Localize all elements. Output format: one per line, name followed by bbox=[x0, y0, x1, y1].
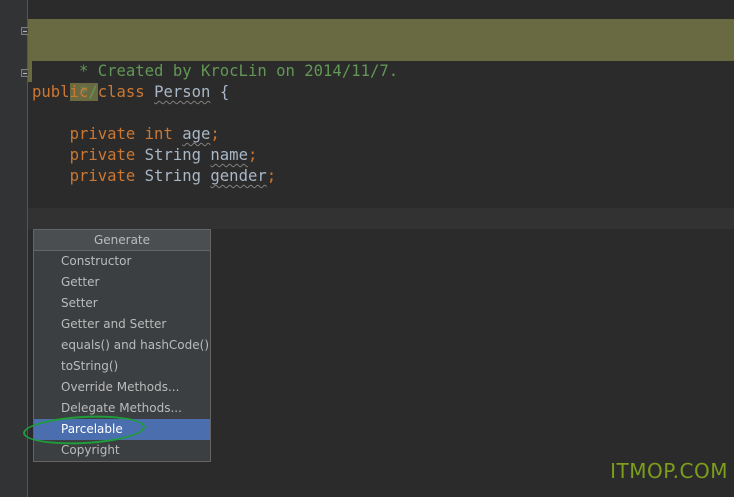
menu-item-equals-hashcode[interactable]: equals() and hashCode() bbox=[34, 335, 210, 356]
popup-title: Generate bbox=[34, 230, 210, 251]
menu-item-getter-and-setter[interactable]: Getter and Setter bbox=[34, 314, 210, 335]
editor-gutter bbox=[0, 0, 29, 497]
menu-item-constructor[interactable]: Constructor bbox=[34, 251, 210, 272]
menu-item-getter[interactable]: Getter bbox=[34, 272, 210, 293]
open-brace: { bbox=[219, 83, 230, 101]
field-name: age bbox=[182, 125, 211, 143]
semicolon: ; bbox=[247, 146, 258, 164]
keyword-public: public bbox=[32, 83, 89, 101]
field-name: name bbox=[210, 146, 248, 164]
class-name: Person bbox=[154, 83, 211, 101]
watermark-logo: ITMOP.COM bbox=[610, 459, 728, 483]
menu-item-parcelable[interactable]: Parcelable bbox=[22, 412, 210, 448]
menu-item-delegate-methods[interactable]: Delegate Methods... bbox=[34, 398, 210, 419]
menu-item-setter[interactable]: Setter bbox=[34, 293, 210, 314]
generate-popup: Generate Constructor Getter Setter Gette… bbox=[22, 229, 211, 462]
code-line: /** bbox=[28, 19, 734, 59]
menu-item-copyright[interactable]: Copyright bbox=[34, 440, 210, 461]
field-modifier: private bbox=[69, 125, 136, 143]
semicolon: ; bbox=[266, 167, 277, 185]
code-line: */ bbox=[28, 61, 734, 101]
code-line-field: private String gender; bbox=[28, 166, 734, 187]
field-type: int bbox=[144, 125, 173, 143]
code-line-class-declaration: public class Person { bbox=[28, 82, 734, 103]
menu-item-override-methods[interactable]: Override Methods... bbox=[34, 377, 210, 398]
keyword-class: class bbox=[97, 83, 145, 101]
menu-item-label: Parcelable bbox=[61, 422, 123, 436]
field-name: gender bbox=[210, 167, 267, 185]
field-type: String bbox=[144, 167, 202, 185]
code-line-field: private int age; bbox=[28, 124, 734, 145]
semicolon: ; bbox=[210, 125, 220, 143]
current-line-highlight bbox=[28, 208, 734, 229]
menu-item-tostring[interactable]: toString() bbox=[34, 356, 210, 377]
field-modifier: private bbox=[69, 146, 136, 164]
code-line-field: private String name; bbox=[28, 145, 734, 166]
code-line: * Created by KrocLin on 2014/11/7. bbox=[28, 40, 734, 80]
field-modifier: private bbox=[69, 167, 136, 185]
field-type: String bbox=[144, 146, 202, 164]
